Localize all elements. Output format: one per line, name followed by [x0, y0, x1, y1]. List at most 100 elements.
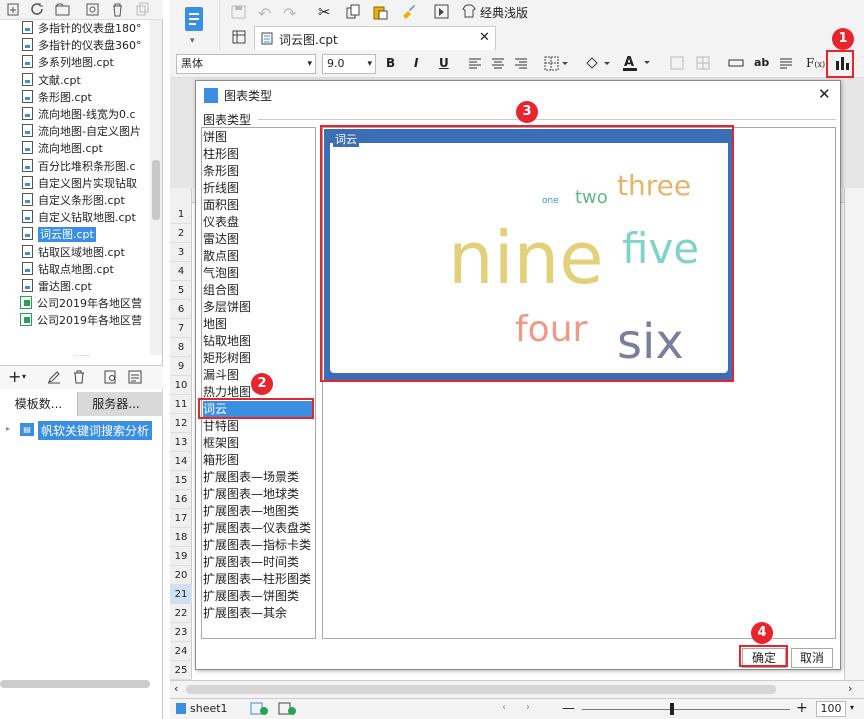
chart-type-item[interactable]: 面积图 — [203, 197, 239, 214]
tree-scrollbar[interactable] — [150, 20, 162, 355]
chart-type-item[interactable]: 漏斗图 — [203, 367, 239, 384]
tree-item[interactable]: 公司2019年各地区营 — [20, 312, 142, 330]
chart-type-item[interactable]: 地图 — [203, 316, 227, 333]
cut-icon[interactable]: ✂ — [318, 3, 331, 21]
tree-item[interactable]: 流向地图-线宽为0.c — [22, 106, 136, 124]
chart-type-item[interactable]: 扩展图表—仪表盘类 — [203, 520, 311, 537]
chevron-right-icon[interactable]: ▸ — [6, 424, 10, 433]
tree-item[interactable]: 条形图.cpt — [22, 89, 92, 107]
tree-item[interactable]: 多系列地图.cpt — [22, 54, 114, 72]
edit-icon[interactable] — [47, 370, 61, 384]
tree-item[interactable]: 文献.cpt — [22, 72, 81, 90]
grid-icon[interactable] — [232, 30, 246, 44]
align-center-icon[interactable] — [491, 57, 505, 70]
bold-button[interactable]: B — [386, 56, 395, 70]
chart-type-item[interactable]: 扩展图表—地图类 — [203, 503, 299, 520]
row-number[interactable]: 21 — [170, 585, 192, 604]
next-sheet-icon[interactable]: › — [526, 702, 530, 713]
chart-type-item[interactable]: 箱形图 — [203, 452, 239, 469]
classic-style-label[interactable]: 经典浅版 — [480, 4, 528, 21]
chart-type-item[interactable]: 仪表盘 — [203, 214, 239, 231]
row-number[interactable]: 9 — [170, 357, 192, 376]
size-select[interactable]: 9.0 ▾ — [322, 54, 376, 74]
zoom-value[interactable]: 100 — [816, 701, 846, 717]
shirt-icon[interactable] — [462, 4, 476, 18]
add-icon[interactable]: + — [8, 369, 21, 385]
row-number[interactable]: 7 — [170, 319, 192, 338]
row-number[interactable]: 14 — [170, 452, 192, 471]
row-number[interactable]: 15 — [170, 471, 192, 490]
align-right-icon[interactable] — [514, 57, 528, 70]
tree-item[interactable]: 自定义条形图.cpt — [22, 192, 125, 210]
data-icon[interactable] — [128, 370, 142, 384]
chart-type-item[interactable]: 散点图 — [203, 248, 239, 265]
undo-icon[interactable]: ↶ — [258, 4, 271, 23]
row-number[interactable]: 13 — [170, 433, 192, 452]
row-number[interactable]: 10 — [170, 376, 192, 395]
row-number[interactable]: 23 — [170, 623, 192, 642]
settings-icon[interactable] — [85, 2, 100, 17]
add-report-sheet-icon[interactable] — [278, 702, 298, 716]
row-number[interactable]: 16 — [170, 490, 192, 509]
row-number[interactable]: 18 — [170, 528, 192, 547]
chart-type-item[interactable]: 扩展图表—柱形图类 — [203, 571, 311, 588]
row-number[interactable]: 24 — [170, 642, 192, 661]
chart-type-item[interactable]: 折线图 — [203, 180, 239, 197]
tree-item[interactable]: 多指针的仪表盘180° — [22, 20, 142, 38]
row-number[interactable]: 5 — [170, 281, 192, 300]
format-brush-icon[interactable] — [400, 3, 416, 19]
row-number[interactable]: 19 — [170, 547, 192, 566]
save-icon[interactable] — [230, 4, 248, 20]
fill-color-icon[interactable] — [584, 56, 612, 71]
formula-icon[interactable]: F(x) — [806, 56, 825, 70]
underline-button[interactable]: U — [439, 56, 449, 70]
zoom-dropdown-icon[interactable]: ▾ — [850, 703, 854, 712]
chevron-down-icon[interactable]: ▾ — [22, 372, 26, 381]
cancel-button[interactable]: 取消 — [791, 648, 833, 668]
tab-file[interactable]: 词云图.cpt ✕ — [254, 26, 496, 50]
copy-icon[interactable] — [345, 4, 361, 20]
preview-icon[interactable] — [434, 4, 450, 20]
chart-type-item[interactable]: 组合图 — [203, 282, 239, 299]
tree-item[interactable]: 百分比堆积条形图.c — [22, 158, 136, 176]
tree-item[interactable]: 雷达图.cpt — [22, 278, 92, 296]
ab-icon[interactable]: ab — [754, 56, 769, 69]
tree-item[interactable]: 钻取点地图.cpt — [22, 261, 114, 279]
row-number[interactable]: 8 — [170, 338, 192, 357]
tree-item[interactable]: 自定义图片实现钻取 — [22, 175, 137, 193]
chart-type-item[interactable]: 多层饼图 — [203, 299, 251, 316]
row-number[interactable]: 3 — [170, 243, 192, 262]
tree-item[interactable]: 自定义钻取地图.cpt — [22, 209, 136, 227]
chart-type-item[interactable]: 扩展图表—饼图类 — [203, 588, 299, 605]
vertical-scrollbar[interactable] — [844, 188, 864, 680]
zoom-thumb[interactable] — [670, 703, 674, 715]
unmerge-icon[interactable] — [696, 56, 710, 70]
row-number[interactable]: 25 — [170, 661, 192, 680]
refresh-icon[interactable] — [30, 2, 45, 17]
row-number[interactable]: 4 — [170, 262, 192, 281]
chart-type-item[interactable]: 扩展图表—时间类 — [203, 554, 299, 571]
chart-type-item[interactable]: 矩形树图 — [203, 350, 251, 367]
tree-item[interactable]: 钻取区域地图.cpt — [22, 244, 125, 262]
redo-icon[interactable]: ↷ — [283, 4, 296, 23]
border-icon[interactable] — [544, 56, 570, 71]
chart-type-item[interactable]: 条形图 — [203, 163, 239, 180]
zoom-slider[interactable] — [582, 709, 790, 710]
project-item[interactable]: ▸ ▤ 帆软关键词搜索分析 — [0, 420, 163, 440]
row-number[interactable]: 1 — [170, 205, 192, 224]
row-number[interactable]: 17 — [170, 509, 192, 528]
h-scrollbar[interactable]: ‹ › — [170, 680, 864, 698]
tree-item[interactable]: 流向地图-自定义图片 — [22, 123, 141, 141]
sheet-tab[interactable]: sheet1 — [190, 702, 228, 715]
font-color-icon[interactable]: A — [622, 54, 654, 72]
chart-type-item[interactable]: 扩展图表—地球类 — [203, 486, 299, 503]
delete-icon[interactable] — [110, 2, 125, 17]
row-number[interactable]: 11 — [170, 395, 192, 414]
trash-icon[interactable] — [72, 370, 86, 384]
new-file-icon[interactable] — [6, 2, 21, 17]
chart-type-item[interactable]: 气泡图 — [203, 265, 239, 282]
text-cell-icon[interactable] — [728, 57, 744, 69]
tree-item[interactable]: 多指针的仪表盘360° — [22, 37, 142, 55]
prev-sheet-icon[interactable]: ‹ — [502, 702, 506, 713]
chart-type-item[interactable]: 柱形图 — [203, 146, 239, 163]
